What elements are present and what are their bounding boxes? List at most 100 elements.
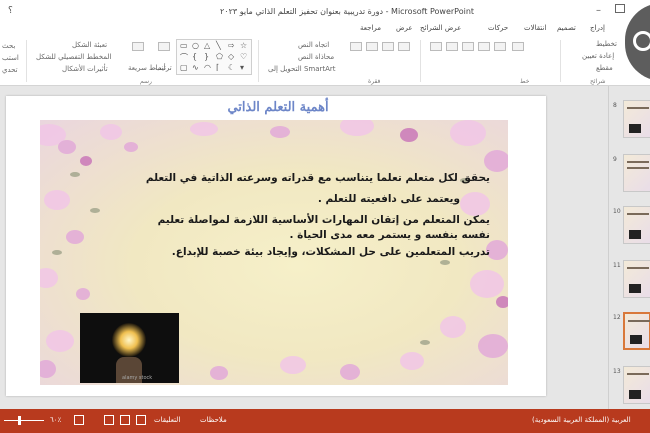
lightbulb-photo[interactable]: alamy stock [80,313,179,383]
slide-body-line-4[interactable]: نفسه بنفسه و يستمر معه مدى الحياة . [130,228,491,242]
flower-petal [440,316,466,338]
zoom-level[interactable]: ٦٠٪ [50,416,61,424]
leaf-decoration [440,260,450,265]
leaf-decoration [52,250,62,255]
slide-body-line-5[interactable]: تدريب المتعلمين على حل المشكلات، وإيجاد … [130,245,490,259]
restore-icon[interactable] [615,4,625,13]
replace-button[interactable]: استب [2,54,19,62]
reading-view-icon[interactable] [104,415,114,425]
shapes-gallery[interactable]: ▭ ○ △ ╲ ⇨ ☆ ⌒ { } ⬠ ◇ ♡ ▢ ∿ ◠ ⌈ ☾ ▾ [176,39,252,75]
section-button[interactable]: مقطع [596,64,613,72]
flower-petal [100,124,122,140]
shape-fill-button[interactable]: تعبئة الشكل [72,41,107,49]
tab-review[interactable]: مراجعة [360,24,381,32]
normal-view-icon[interactable] [136,415,146,425]
slide-thumbnail[interactable] [623,100,650,138]
font-color-icon[interactable] [494,42,506,51]
flower-petal [124,142,138,152]
font-size-increase-icon[interactable] [512,42,524,51]
triangle-shape-icon[interactable]: △ [204,41,210,50]
flower-petal [80,156,92,166]
quick-styles-icon [132,42,144,51]
separator [258,40,259,82]
slide-title[interactable]: أهمية التعلم الذاتي [218,100,338,115]
zoom-slider-handle[interactable] [18,416,21,425]
fit-slide-icon[interactable] [74,415,84,425]
tab-insert[interactable]: إدراج [590,24,605,32]
tab-transitions[interactable]: انتقالات [524,24,546,32]
flower-petal [340,120,374,136]
moon-shape-icon[interactable]: ☾ [228,63,235,72]
bracket-shape-icon[interactable]: ⌈ [216,63,219,72]
text-direction-button[interactable]: اتجاه النص [298,41,329,49]
tab-slideshow[interactable]: عرض الشرائح [420,24,461,32]
help-button[interactable]: ؟ [8,6,13,16]
slide-thumbnail[interactable] [623,206,650,244]
slide-sorter-icon[interactable] [120,415,130,425]
align-center-icon[interactable] [366,42,378,51]
heart-shape-icon[interactable]: ♡ [240,52,247,61]
star-shape-icon[interactable]: ☆ [240,41,247,50]
arc-shape-icon[interactable]: ◠ [204,63,211,72]
comments-button[interactable]: التعليقات [154,416,180,424]
notes-button[interactable]: ملاحظات [200,416,227,424]
flower-petal [210,366,228,380]
thumbnail-number: 12 [613,314,621,321]
flower-petal [270,126,290,138]
arrange-icon [158,42,170,51]
arrow-shape-icon[interactable]: ⇨ [228,41,235,50]
shape-outline-button[interactable]: المخطط التفصيلي للشكل [36,53,111,61]
slide-thumbnail[interactable] [623,154,650,192]
line-shape-icon[interactable]: ╲ [216,41,221,50]
convert-smartart-button[interactable]: التحويل إلى SmartArt [268,65,336,73]
slide-thumbnail[interactable] [623,260,650,298]
pentagon-shape-icon[interactable]: ⬠ [216,52,223,61]
arrange-button[interactable]: ترتيب [155,64,172,72]
tab-view[interactable]: عرض [396,24,413,32]
zoom-slider[interactable] [4,420,44,421]
align-text-button[interactable]: محاذاة النص [298,53,334,61]
underline-icon[interactable] [478,42,490,51]
select-button[interactable]: تحدي [2,66,18,74]
slide-thumbnail[interactable] [623,366,650,404]
more-shapes-icon[interactable]: ▾ [240,63,244,72]
layout-button[interactable]: تخطيط [596,40,617,48]
flower-petal [484,150,508,172]
slide-body-line-1[interactable]: يحقق لكل متعلم تعلما يتناسب مع قدراته وس… [130,171,490,185]
align-right-icon[interactable] [350,42,362,51]
window-title: دورة تدريبية بعنوان تحفيز التعلم الذاتي … [220,7,475,16]
shape-effects-button[interactable]: تأثيرات الأشكال [62,65,108,73]
thumbnail-number: 11 [613,262,621,269]
ribbon-tabs: عرض مراجعة عرض الشرائح حركات انتقالات تص… [0,22,650,36]
brace-close-shape-icon[interactable]: } [204,52,209,61]
find-button[interactable]: بحث [2,42,15,50]
title-bar: ؟ دورة تدريبية بعنوان تحفيز التعلم الذات… [0,0,650,22]
separator [420,40,421,82]
brace-shape-icon[interactable]: { [192,52,197,61]
tab-animations[interactable]: حركات [488,24,508,32]
font-name-dropdown[interactable] [430,42,442,51]
oval-shape-icon[interactable]: ○ [192,41,199,50]
rectangle-shape-icon[interactable]: ▭ [180,41,188,50]
slide-thumbnail-selected[interactable] [623,312,650,350]
italic-icon[interactable] [462,42,474,51]
group-drawing-label: رسم [140,78,152,85]
tab-design[interactable]: تصميم [557,24,576,32]
flower-petal [44,190,70,210]
bold-icon[interactable] [446,42,458,51]
separator [560,40,561,82]
slide-body-line-3[interactable]: يمكن المتعلم من إتقان المهارات الأساسية … [130,213,490,227]
reset-button[interactable]: إعادة تعيين [582,52,614,60]
align-left-icon[interactable] [382,42,394,51]
bullets-icon[interactable] [398,42,410,51]
wave-shape-icon[interactable]: ∿ [192,63,199,72]
leaf-decoration [420,340,430,345]
flower-petal [470,270,504,298]
webcam-icon [633,31,650,51]
minimize-button[interactable]: – [596,5,601,16]
callout-shape-icon[interactable]: ▢ [180,63,188,72]
diamond-shape-icon[interactable]: ◇ [228,52,234,61]
flower-petal [40,360,56,378]
slide-body-line-2[interactable]: ويعتمد على دافعيته للتعلم . [100,192,460,206]
curve-shape-icon[interactable]: ⌒ [180,52,188,63]
